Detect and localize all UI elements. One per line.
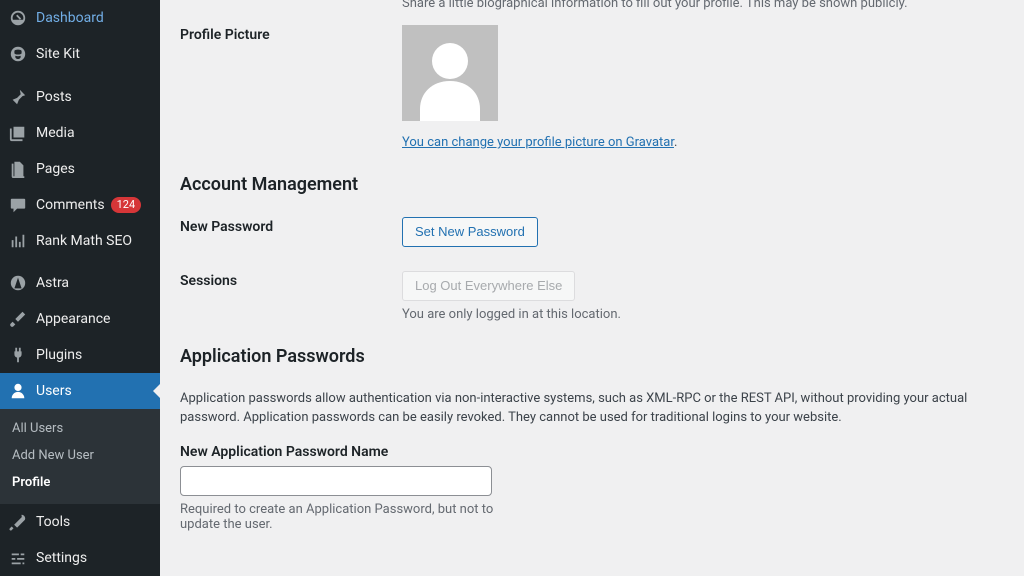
- avatar-placeholder: [402, 25, 498, 121]
- profile-content: Share a little biographical information …: [160, 0, 1024, 576]
- sidebar-item-label: Posts: [36, 88, 72, 106]
- sessions-description: You are only logged in at this location.: [402, 307, 1004, 322]
- sidebar-item-pages[interactable]: Pages: [0, 151, 160, 187]
- submenu-item-add-user[interactable]: Add New User: [0, 442, 160, 469]
- bio-description: Share a little biographical information …: [402, 0, 1004, 11]
- sidebar-item-label: Settings: [36, 549, 87, 567]
- sidebar-item-comments[interactable]: Comments 124: [0, 187, 160, 223]
- sidebar-item-users[interactable]: Users: [0, 373, 160, 409]
- admin-sidebar: Dashboard Site Kit Posts Media Pag: [0, 0, 160, 576]
- account-management-heading: Account Management: [180, 174, 1004, 195]
- sidebar-item-label: Dashboard: [36, 9, 104, 27]
- sidebar-item-media[interactable]: Media: [0, 115, 160, 151]
- astra-icon: [8, 273, 28, 293]
- dashboard-icon: [8, 8, 28, 28]
- profile-picture-label: Profile Picture: [180, 25, 402, 43]
- log-out-everywhere-button[interactable]: Log Out Everywhere Else: [402, 271, 575, 301]
- media-icon: [8, 123, 28, 143]
- new-password-row: New Password Set New Password: [180, 217, 1004, 247]
- sidebar-item-label: Astra: [36, 274, 69, 292]
- new-app-password-help: Required to create an Application Passwo…: [180, 502, 500, 532]
- sidebar-item-label: Users: [36, 382, 72, 400]
- sidebar-item-appearance[interactable]: Appearance: [0, 301, 160, 337]
- gravatar-link[interactable]: You can change your profile picture on G…: [402, 135, 674, 150]
- pin-icon: [8, 87, 28, 107]
- sidebar-item-astra[interactable]: Astra: [0, 265, 160, 301]
- profile-picture-row: Profile Picture You can change your prof…: [180, 25, 1004, 150]
- sidebar-item-label: Rank Math SEO: [36, 232, 132, 250]
- sidebar-item-plugins[interactable]: Plugins: [0, 337, 160, 373]
- sidebar-item-label: Site Kit: [36, 45, 80, 63]
- submenu-item-label: Profile: [12, 475, 50, 490]
- sidebar-item-rankmath[interactable]: Rank Math SEO: [0, 223, 160, 259]
- new-app-password-name-input[interactable]: [180, 466, 492, 496]
- sidebar-item-sitekit[interactable]: Site Kit: [0, 36, 160, 72]
- sidebar-item-posts[interactable]: Posts: [0, 79, 160, 115]
- brush-icon: [8, 309, 28, 329]
- submenu-item-label: Add New User: [12, 448, 94, 463]
- sidebar-item-tools[interactable]: Tools: [0, 504, 160, 540]
- comments-count-badge: 124: [111, 197, 142, 213]
- sidebar-item-settings[interactable]: Settings: [0, 540, 160, 576]
- sidebar-item-label: Plugins: [36, 346, 82, 364]
- application-passwords-heading: Application Passwords: [180, 346, 1004, 367]
- sliders-icon: [8, 548, 28, 568]
- sidebar-submenu-users: All Users Add New User Profile: [0, 409, 160, 504]
- submenu-item-label: All Users: [12, 421, 63, 436]
- chart-icon: [8, 231, 28, 251]
- user-icon: [8, 381, 28, 401]
- sidebar-item-label: Comments: [36, 196, 105, 214]
- sidebar-item-label: Media: [36, 124, 75, 142]
- sitekit-icon: [8, 44, 28, 64]
- sidebar-item-label: Tools: [36, 513, 70, 531]
- new-password-label: New Password: [180, 217, 402, 235]
- sidebar-item-label: Pages: [36, 160, 75, 178]
- pages-icon: [8, 159, 28, 179]
- plug-icon: [8, 345, 28, 365]
- sessions-label: Sessions: [180, 271, 402, 289]
- new-app-password-name-label: New Application Password Name: [180, 444, 1004, 460]
- sidebar-item-dashboard[interactable]: Dashboard: [0, 0, 160, 36]
- period: .: [674, 135, 677, 150]
- submenu-item-all-users[interactable]: All Users: [0, 415, 160, 442]
- wrench-icon: [8, 512, 28, 532]
- sessions-row: Sessions Log Out Everywhere Else You are…: [180, 271, 1004, 322]
- comment-icon: [8, 195, 28, 215]
- application-passwords-description: Application passwords allow authenticati…: [180, 389, 1004, 428]
- sidebar-item-label: Appearance: [36, 310, 110, 328]
- submenu-item-profile[interactable]: Profile: [0, 469, 160, 496]
- set-new-password-button[interactable]: Set New Password: [402, 217, 538, 247]
